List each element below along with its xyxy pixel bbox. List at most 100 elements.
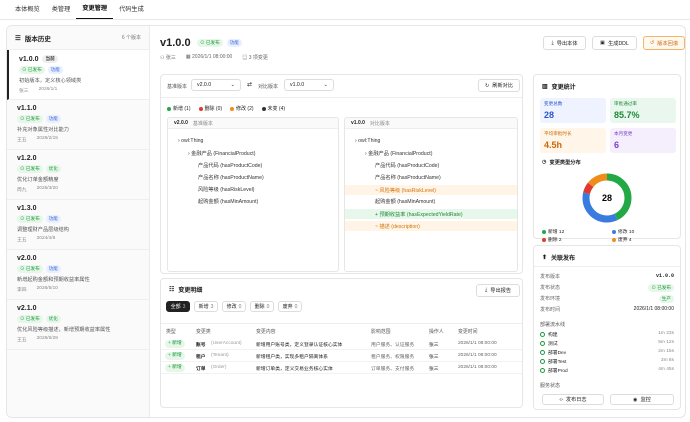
change-content: 新增用户账号类，定义登录认证核心实体 bbox=[256, 343, 343, 348]
tab-ontology-overview[interactable]: 本体概览 bbox=[9, 4, 46, 19]
tag-badge: 优化 bbox=[45, 165, 61, 173]
table-row[interactable]: + 新增 账号 (UserAccount) 新增用户账号类，定义登录认证核心实体 用户服… bbox=[161, 338, 522, 350]
export-report-button[interactable]: ⤓ 导出报告 bbox=[476, 284, 520, 297]
impact-scope: 用户服务、认证服务 bbox=[371, 343, 415, 348]
version-item[interactable]: v1.3.0 ⊙ 已发布 功能 调整理财产品层级结构 王五 2024/4/8 bbox=[7, 200, 149, 250]
change-time: 2026/1/1 08:00:00 bbox=[458, 341, 497, 346]
class-code: (Order) bbox=[211, 365, 227, 370]
version-author: 张三 bbox=[19, 89, 29, 94]
base-label: 基准版本 bbox=[167, 84, 188, 90]
version-author: 周九 bbox=[17, 188, 27, 193]
table-row[interactable]: + 新增 租户 (Tenant) 新增租户类，实现多租户隔离体系 租户服务、权限服务 张三… bbox=[161, 350, 522, 362]
change-content: 新增订单类，定义交易业务核心实体 bbox=[256, 367, 333, 372]
filter-tab[interactable]: 废弃 0 bbox=[278, 301, 302, 312]
col-class: 变更类 bbox=[196, 330, 211, 335]
tree-node[interactable]: 起购金额 (hasMinAmount) bbox=[198, 198, 258, 205]
modified-row[interactable]: ~ 风险等级 (hasRiskLevel) bbox=[345, 185, 517, 195]
release-panel: ⬆ 关联发布 发布版本 v1.0.0 发布状态 ⊙ 已发布 发布环境 生产 发布时间 20… bbox=[533, 245, 681, 410]
tree-node[interactable]: 产品名称 (hasProductName) bbox=[198, 174, 264, 181]
filter-tab[interactable]: 全部 3 bbox=[166, 301, 190, 312]
pipeline-step: 测试 5m 12s bbox=[540, 340, 674, 347]
legend-item: 删除 (0) bbox=[198, 105, 222, 112]
stat-card: 审批通过率 85.7% bbox=[610, 98, 676, 123]
tree-node[interactable]: 产品名称 (hasProductName) bbox=[375, 174, 441, 181]
version-item[interactable]: v1.2.0 ⊙ 已发布 优化 优化订单金额精度 周九 2026/3/20 bbox=[7, 150, 149, 200]
type-badge: + 新增 bbox=[165, 352, 185, 360]
added-row[interactable]: + 预期收益率 (hasExpectedYieldRate) bbox=[345, 209, 517, 219]
status-badge: ⊙ 已发布 bbox=[197, 39, 223, 47]
clock-icon: ◷ bbox=[542, 159, 547, 165]
class-name: 订单 bbox=[196, 367, 206, 372]
export-ontology-button[interactable]: ⤓ 导出本体 bbox=[543, 36, 586, 50]
modified-row[interactable]: ~ 描述 (description) bbox=[345, 221, 517, 231]
version-date: 2024/4/8 bbox=[36, 236, 56, 241]
impact-scope: 订单服务、支付服务 bbox=[371, 367, 415, 372]
check-icon bbox=[540, 359, 545, 365]
service-status-title: 服务状态 bbox=[540, 383, 561, 389]
chart-icon: ▥ bbox=[542, 84, 548, 90]
eye-icon: ◉ bbox=[633, 396, 638, 403]
version-desc: 初始版本，定义核心领域类 bbox=[19, 78, 82, 84]
distribution-donut: 28 bbox=[582, 173, 632, 223]
release-log-button[interactable]: ‹› 发布日志 bbox=[542, 394, 604, 405]
version-author: 王五 bbox=[17, 138, 27, 143]
tree-node[interactable]: › 金融产品 (FinancialProduct) bbox=[365, 150, 432, 157]
tag-badge: 功能 bbox=[45, 115, 61, 123]
distribution-title: ◷ 变更类型分布 bbox=[542, 159, 581, 166]
pipeline-step: 部署Prod 4m 45s bbox=[540, 367, 674, 374]
monitor-button[interactable]: ◉ 监控 bbox=[610, 394, 674, 405]
generate-ddl-button[interactable]: ▣ 生成DDL bbox=[592, 36, 637, 50]
tree-node[interactable]: › 金融产品 (FinancialProduct) bbox=[188, 150, 255, 157]
page-title: v1.0.0 bbox=[160, 37, 191, 49]
database-icon: ▣ bbox=[600, 40, 606, 46]
refresh-icon: ↻ bbox=[484, 82, 490, 89]
status-badge: ⊙ 已发布 bbox=[17, 215, 43, 223]
release-env-row: 发布环境 生产 bbox=[540, 295, 674, 303]
version-item[interactable]: v2.1.0 ⊙ 已发布 优化 优化风险等级描述，新增预期收益率属性 王五 2026/5/… bbox=[7, 300, 149, 350]
history-icon: ☰ bbox=[15, 34, 21, 42]
changes-meta: ▤ 3 项变更 bbox=[242, 55, 268, 61]
operator: 张三 bbox=[429, 343, 439, 348]
pipeline-step: 构建 1m 23s bbox=[540, 331, 674, 338]
tree-node[interactable]: 风险等级 (hasRiskLevel) bbox=[198, 186, 255, 193]
tree-node[interactable]: 产品代码 (hasProductCode) bbox=[375, 162, 439, 169]
rollback-button[interactable]: ↺ 版本回滚 bbox=[643, 36, 685, 50]
col-impact: 影响范围 bbox=[371, 330, 391, 335]
filter-tab[interactable]: 修改 0 bbox=[222, 301, 246, 312]
list-icon: ☷ bbox=[169, 287, 175, 293]
stats-panel: ▥ 变更统计 变更总数 28 审批通过率 85.7% 平均审批时长 4.5h 本月变更 6 ◷ 变… bbox=[533, 74, 681, 243]
base-version-select[interactable]: v2.0.0 ⌄ bbox=[191, 79, 241, 91]
sidebar-title: 版本历史 bbox=[24, 35, 51, 43]
operator: 张三 bbox=[429, 355, 439, 360]
main-panel: v1.0.0 ⊙ 已发布 功能 ⚇ 张三 ▦ 2026/1/1 08:00:00… bbox=[150, 26, 685, 417]
tree-node[interactable]: 产品代码 (hasProductCode) bbox=[198, 162, 262, 169]
donut-total: 28 bbox=[602, 193, 612, 203]
version-desc: 优化风险等级描述，新增预期收益率属性 bbox=[17, 327, 111, 333]
filter-tab[interactable]: 新增 3 bbox=[194, 301, 218, 312]
status-badge: ⊙ 已发布 bbox=[17, 265, 43, 273]
refresh-compare-button[interactable]: ↻ 刷新对比 bbox=[478, 79, 520, 92]
tree-node[interactable]: › owl:Thing bbox=[355, 138, 380, 144]
tab-change-management[interactable]: 变更管理 bbox=[76, 3, 114, 19]
swap-icon[interactable]: ⇄ bbox=[247, 81, 252, 88]
version-item[interactable]: v1.1.0 ⊙ 已发布 功能 补充对象属性对比能力 王五 2026/2/15 bbox=[7, 100, 149, 150]
class-name: 租户 bbox=[196, 355, 206, 360]
tree-node[interactable]: › owl:Thing bbox=[178, 138, 203, 144]
table-row[interactable]: + 新增 订单 (Order) 新增订单类，定义交易业务核心实体 订单服务、支付服务 张三… bbox=[161, 362, 522, 374]
version-item[interactable]: v2.0.0 ⊙ 已发布 功能 新增起购金额和预期收益率属性 李四 2026/5/10 bbox=[7, 250, 149, 300]
filter-tab[interactable]: 删除 0 bbox=[250, 301, 274, 312]
release-time-row: 发布时间 2026/1/1 08:00:00 bbox=[540, 306, 674, 313]
chevron-down-icon: ⌄ bbox=[323, 82, 328, 88]
type-badge: + 新增 bbox=[165, 364, 185, 372]
tab-class-management[interactable]: 类管理 bbox=[46, 4, 77, 19]
target-version-select[interactable]: v1.0.0 ⌄ bbox=[284, 79, 334, 91]
tab-code-generation[interactable]: 代码生成 bbox=[113, 4, 150, 19]
distribution-legend-item: 删除 2 bbox=[542, 236, 562, 243]
col-time: 变更时间 bbox=[458, 330, 478, 335]
class-name: 账号 bbox=[196, 343, 206, 348]
check-icon bbox=[540, 350, 545, 356]
file-icon: ▤ bbox=[242, 55, 248, 61]
class-code: (Tenant) bbox=[211, 353, 229, 358]
version-item[interactable]: v1.0.0 当前 ⊙ 已发布 功能 初始版本，定义核心领域类 张三 2026/1/1 bbox=[7, 50, 149, 100]
tree-node[interactable]: 起购金额 (hasMinAmount) bbox=[375, 198, 435, 205]
